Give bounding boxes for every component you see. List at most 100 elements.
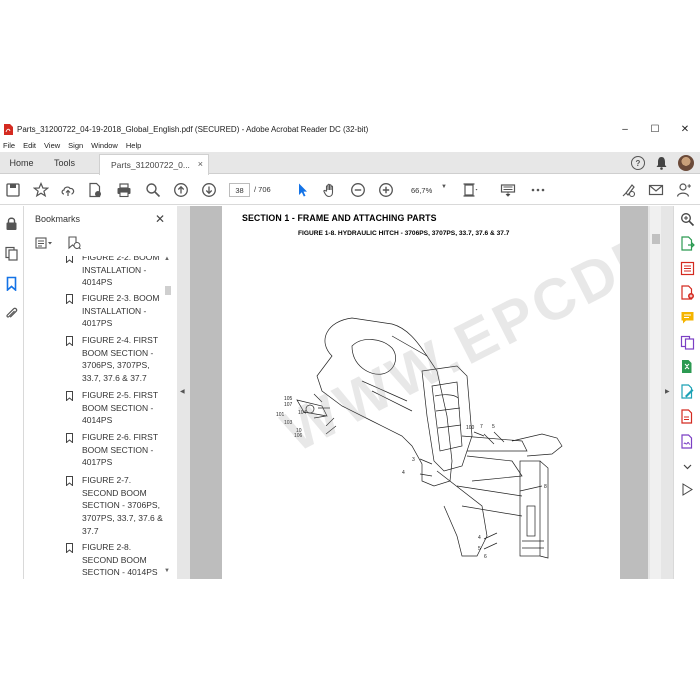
bookmark-label: FIGURE 2-8. SECOND BOOM SECTION - 4014PS <box>82 542 158 578</box>
right-tools-rail <box>673 206 700 579</box>
bookmark-label: FIGURE 2-6. FIRST BOOM SECTION - 4017PS <box>82 432 158 468</box>
protect-pdf-icon[interactable] <box>680 409 695 424</box>
save-icon[interactable] <box>5 182 21 198</box>
new-bookmark-icon[interactable] <box>67 236 81 250</box>
user-avatar[interactable] <box>678 155 694 171</box>
page-gutter-right <box>620 206 648 579</box>
window-title: Parts_31200722_04-19-2018_Global_English… <box>17 124 369 134</box>
create-pdf-icon[interactable] <box>87 182 103 198</box>
pen-link-icon[interactable] <box>621 182 637 198</box>
scroll-up-icon[interactable]: ▲ <box>164 256 170 262</box>
lock-icon[interactable] <box>4 216 19 231</box>
keyboard-icon[interactable] <box>500 182 516 198</box>
page-up-icon[interactable] <box>173 182 189 198</box>
menu-file[interactable]: File <box>3 141 15 150</box>
menu-bar: File Edit View Sign Window Help <box>0 139 146 152</box>
bookmark-icon <box>66 391 73 401</box>
menu-sign[interactable]: Sign <box>68 141 83 150</box>
pdf-app-icon <box>4 123 13 135</box>
bookmarks-close-icon[interactable]: ✕ <box>155 212 165 226</box>
acrobat-window: Parts_31200722_04-19-2018_Global_English… <box>0 120 700 579</box>
comment-icon[interactable] <box>680 310 695 325</box>
page-number-input[interactable]: 38 <box>229 183 250 197</box>
tab-close-icon[interactable]: × <box>198 159 203 169</box>
minimize-button[interactable]: – <box>610 120 640 138</box>
bookmarks-scrollbar[interactable]: ▲ ▼ <box>163 256 172 579</box>
scrollbar-thumb[interactable] <box>165 286 171 295</box>
bookmark-label: FIGURE 2-7. SECOND BOOM SECTION - 3706PS… <box>82 475 163 536</box>
tools-more-icon[interactable] <box>680 482 695 497</box>
tab-document-label: Parts_31200722_0... <box>111 160 190 170</box>
attachment-icon[interactable] <box>4 306 19 321</box>
edit-pdf-icon[interactable] <box>680 384 695 399</box>
callout-label: 4 <box>402 470 405 476</box>
tab-tools[interactable]: Tools <box>43 152 86 174</box>
bookmark-icon <box>66 294 73 304</box>
scroll-down-icon[interactable]: ▼ <box>164 568 170 574</box>
tab-document[interactable]: Parts_31200722_0... × <box>99 154 209 175</box>
bookmark-icon <box>66 543 73 553</box>
callout-label: 3 <box>412 457 415 463</box>
bookmarks-panel: Bookmarks ✕ FIGURE 2-2. BOOM INSTALLATIO… <box>25 206 177 579</box>
select-cursor-icon[interactable] <box>294 182 310 198</box>
menu-view[interactable]: View <box>44 141 60 150</box>
callout-label: 6 <box>484 554 487 560</box>
bookmark-label: FIGURE 2-5. FIRST BOOM SECTION - 4014PS <box>82 390 158 426</box>
menu-help[interactable]: Help <box>126 141 141 150</box>
bell-icon[interactable] <box>655 156 668 170</box>
menu-edit[interactable]: Edit <box>23 141 36 150</box>
page-fit-icon[interactable] <box>462 182 478 198</box>
bookmark-icon[interactable] <box>4 276 19 291</box>
document-viewer: ◀ SECTION 1 - FRAME AND ATTACHING PARTS … <box>177 206 673 579</box>
menu-window[interactable]: Window <box>91 141 118 150</box>
tab-bar: Home Tools Parts_31200722_0... × ? <box>0 152 700 175</box>
star-icon[interactable] <box>33 182 49 198</box>
collapse-right-panel-icon[interactable]: ▶ <box>665 388 670 395</box>
chevron-down-icon: ▼ <box>441 184 447 190</box>
cloud-upload-icon[interactable] <box>60 182 76 198</box>
compress-pdf-icon[interactable] <box>680 359 695 374</box>
bookmark-icon <box>66 336 73 346</box>
zoom-in-icon[interactable] <box>378 182 394 198</box>
tab-home[interactable]: Home <box>0 152 43 174</box>
main-toolbar: 38 / 706 66,7% ▼ <box>0 175 700 205</box>
zoom-level-dropdown[interactable]: 66,7% ▼ <box>403 183 447 197</box>
bookmark-label: FIGURE 2-4. FIRST BOOM SECTION - 3706PS,… <box>82 335 158 384</box>
left-navigation-rail <box>0 206 24 579</box>
help-icon[interactable]: ? <box>631 156 645 170</box>
callout-label: 100 <box>466 425 475 431</box>
document-scrollbar[interactable] <box>650 206 661 579</box>
bookmark-label: FIGURE 2-2. BOOM INSTALLATION - 4014PS <box>82 256 160 288</box>
bookmark-label: FIGURE 2-3. BOOM INSTALLATION - 4017PS <box>82 293 160 329</box>
export-pdf-icon[interactable] <box>680 236 695 251</box>
hand-tool-icon[interactable] <box>322 182 338 198</box>
zoom-search-icon[interactable] <box>680 212 695 227</box>
bookmark-icon <box>66 476 73 486</box>
search-icon[interactable] <box>145 182 161 198</box>
share-user-icon[interactable] <box>676 182 692 198</box>
callout-label: 5 <box>492 424 495 430</box>
organize-pages-icon[interactable] <box>680 261 695 276</box>
more-options-icon[interactable] <box>530 182 546 198</box>
callout-label: 5 <box>478 546 481 552</box>
bookmark-icon <box>66 256 73 263</box>
zoom-out-icon[interactable] <box>350 182 366 198</box>
bookmarks-list: FIGURE 2-2. BOOM INSTALLATION - 4014PS F… <box>25 256 173 579</box>
create-pdf-icon[interactable] <box>680 285 695 300</box>
page-thumbnails-icon[interactable] <box>4 246 19 261</box>
callout-label: 8 <box>544 484 547 490</box>
collapse-left-panel-icon[interactable]: ◀ <box>180 388 185 395</box>
mail-icon[interactable] <box>648 182 664 198</box>
fill-sign-icon[interactable] <box>680 434 695 449</box>
scrollbar-thumb[interactable] <box>652 234 660 244</box>
pdf-page: SECTION 1 - FRAME AND ATTACHING PARTS FI… <box>222 206 620 579</box>
close-button[interactable]: ✕ <box>670 120 700 138</box>
bookmark-options-icon[interactable] <box>35 237 53 249</box>
print-icon[interactable] <box>116 182 132 198</box>
maximize-button[interactable]: ☐ <box>640 120 670 138</box>
page-total: / 706 <box>254 185 271 194</box>
chevron-down-icon[interactable] <box>680 459 695 474</box>
callout-label: 7 <box>480 424 483 430</box>
page-down-icon[interactable] <box>201 182 217 198</box>
combine-files-icon[interactable] <box>680 335 695 350</box>
